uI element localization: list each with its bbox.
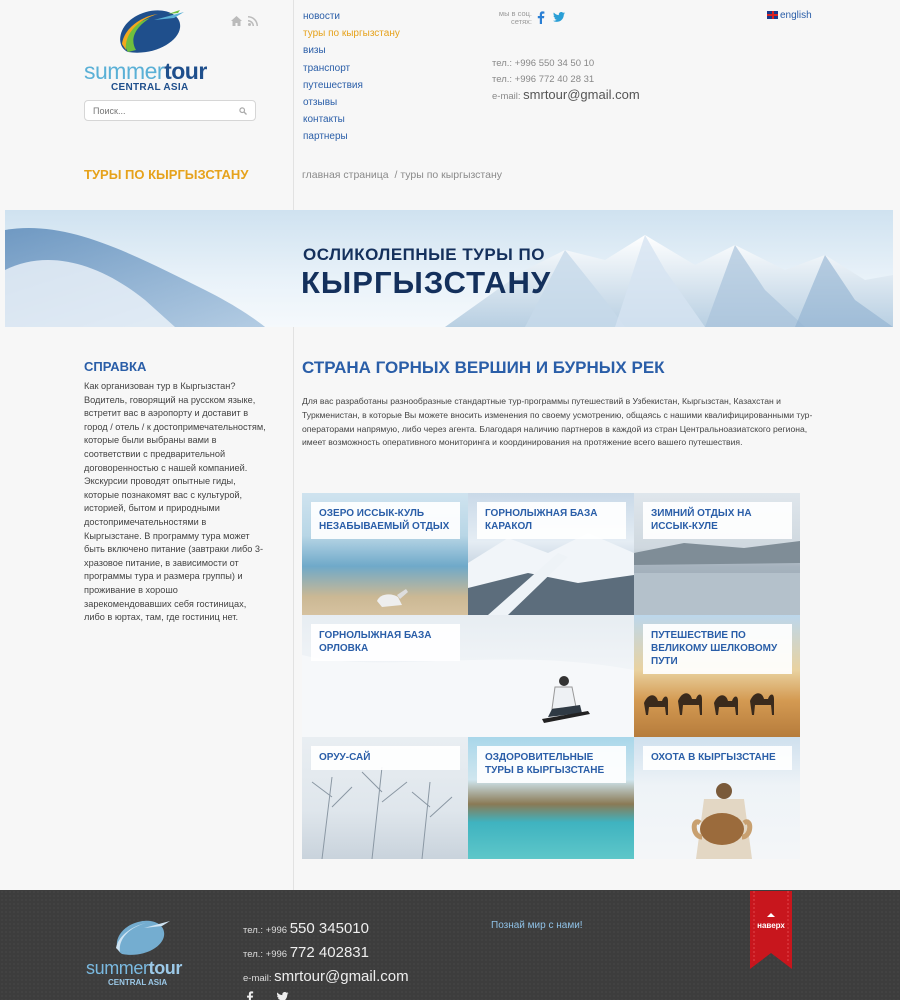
tour-tile-label: ОРУУ-САЙ (311, 746, 460, 770)
tour-tile-label: ОЗДОРОВИТЕЛЬНЫЕ ТУРЫ В КЫРГЫЗСТАНЕ (477, 746, 626, 783)
tour-tile-issyk-kul[interactable]: ОЗЕРО ИССЫК-КУЛЬ НЕЗАБЫВАЕМЫЙ ОТДЫХ (302, 493, 468, 615)
tour-tile-label: ГОРНОЛЫЖНАЯ БАЗА ОРЛОВКА (311, 624, 460, 661)
column-divider (293, 0, 294, 890)
back-to-top-button[interactable]: наверх (750, 891, 792, 969)
logo-globe-icon (120, 10, 184, 53)
main-nav: новости туры по кыргызстану визы транспо… (303, 10, 400, 148)
nav-item-kyrgyzstan-tours[interactable]: туры по кыргызстану (303, 27, 400, 44)
nav-item-visas[interactable]: визы (303, 44, 400, 61)
tour-tile-label: ОЗЕРО ИССЫК-КУЛЬ НЕЗАБЫВАЕМЫЙ ОТДЫХ (311, 502, 460, 539)
rss-icon[interactable] (248, 16, 258, 26)
intro-text: Для вас разработаны разнообразные станда… (302, 396, 813, 448)
footer-contacts: тел.: +996 550 345010 тел.: +996 772 402… (243, 920, 409, 985)
footer-phone-2[interactable]: 772 402831 (290, 944, 369, 961)
hero-banner: ОСЛИКОЛЕПНЫЕ ТУРЫ ПО КЫРГЫЗСТАНУ (5, 210, 893, 327)
footer-logo[interactable]: summertour CENTRAL ASIA (86, 918, 196, 988)
nav-item-partners[interactable]: партнеры (303, 130, 400, 147)
banner-subtitle: ОСЛИКОЛЕПНЫЕ ТУРЫ ПО (303, 245, 545, 264)
language-switch[interactable]: english (767, 10, 812, 21)
tour-tile-health[interactable]: ОЗДОРОВИТЕЛЬНЫЕ ТУРЫ В КЫРГЫЗСТАНЕ (468, 737, 634, 859)
breadcrumb: главная страница / туры по кыргызстану (302, 169, 503, 181)
footer-email[interactable]: smrtour@gmail.com (274, 968, 408, 985)
tour-tile-orlovka[interactable]: ГОРНОЛЫЖНАЯ БАЗА ОРЛОВКА (302, 615, 634, 737)
nav-item-transport[interactable]: транспорт (303, 62, 400, 79)
tour-tile-label: ЗИМНИЙ ОТДЫХ НА ИССЫК-КУЛЕ (643, 502, 792, 539)
tour-tile-winter-issyk-kul[interactable]: ЗИМНИЙ ОТДЫХ НА ИССЫК-КУЛЕ (634, 493, 800, 615)
facebook-icon[interactable] (537, 11, 545, 24)
footer-facebook-icon[interactable] (246, 991, 254, 1000)
logo-wordmark: summertour (84, 58, 207, 84)
header-phone-1[interactable]: 550 34 50 10 (539, 58, 594, 69)
tour-tile-karakol[interactable]: ГОРНОЛЫЖНАЯ БАЗА КАРАКОЛ (468, 493, 634, 615)
tour-tile-label: ГОРНОЛЫЖНАЯ БАЗА КАРАКОЛ (477, 502, 626, 539)
nav-item-news[interactable]: новости (303, 10, 400, 27)
tour-grid: ОЗЕРО ИССЫК-КУЛЬ НЕЗАБЫВАЕМЫЙ ОТДЫХ ГОРН… (302, 493, 800, 860)
twitter-icon[interactable] (553, 12, 565, 22)
sidebar-text: Как организован тур в Кыргызстан? Водите… (84, 381, 266, 623)
footer: summertour CENTRAL ASIA тел.: +996 550 3… (0, 890, 900, 1000)
site-logo[interactable]: summertour CENTRAL ASIA (84, 6, 224, 94)
tour-tile-label: ПУТЕШЕСТВИЕ ПО ВЕЛИКОМУ ШЕЛКОВОМУ ПУТИ (643, 624, 792, 674)
nav-item-contacts[interactable]: контакты (303, 113, 400, 130)
search-input[interactable] (93, 103, 233, 119)
tour-tile-label: ОХОТА В КЫРГЫЗСТАНЕ (643, 746, 792, 770)
header-contacts: тел.: +996 550 34 50 10 тел.: +996 772 4… (492, 58, 640, 102)
banner-title: КЫРГЫЗСТАНУ (301, 265, 552, 300)
uk-flag-icon (767, 11, 778, 19)
footer-phone-1[interactable]: 550 345010 (290, 920, 369, 937)
tour-tile-silk-road[interactable]: ПУТЕШЕСТВИЕ ПО ВЕЛИКОМУ ШЕЛКОВОМУ ПУТИ (634, 615, 800, 737)
tour-tile-oruu-sai[interactable]: ОРУУ-САЙ (302, 737, 468, 859)
footer-slogan: Познай мир с нами! (491, 920, 583, 931)
nav-item-travel[interactable]: путешествия (303, 79, 400, 96)
breadcrumb-home[interactable]: главная страница (302, 169, 389, 181)
tour-tile-hunting[interactable]: ОХОТА В КЫРГЫЗСТАНЕ (634, 737, 800, 859)
search-icon[interactable] (239, 107, 247, 115)
header-email[interactable]: smrtour@gmail.com (523, 87, 640, 102)
footer-logo-subtitle: CENTRAL ASIA (108, 978, 168, 987)
search-box (84, 100, 256, 121)
header-phone-2[interactable]: 772 40 28 31 (539, 74, 594, 85)
ribbon-icon (750, 891, 792, 969)
section-title: ТУРЫ ПО КЫРГЫЗСТАНУ (84, 167, 249, 182)
main-title: СТРАНА ГОРНЫХ ВЕРШИН И БУРНЫХ РЕК (302, 358, 665, 377)
sidebar-title: СПРАВКА (84, 359, 147, 374)
footer-logo-globe-icon (116, 920, 170, 955)
nav-item-reviews[interactable]: отзывы (303, 96, 400, 113)
logo-subtitle: CENTRAL ASIA (111, 82, 189, 93)
social-label: мы в соц. сетях: (498, 9, 532, 26)
home-icon[interactable] (231, 16, 242, 26)
page: summertour CENTRAL ASIA новости туры по … (0, 0, 900, 1000)
footer-logo-wordmark: summertour (86, 958, 182, 978)
footer-twitter-icon[interactable] (276, 992, 289, 1000)
breadcrumb-current: туры по кыргызстану (400, 169, 503, 181)
